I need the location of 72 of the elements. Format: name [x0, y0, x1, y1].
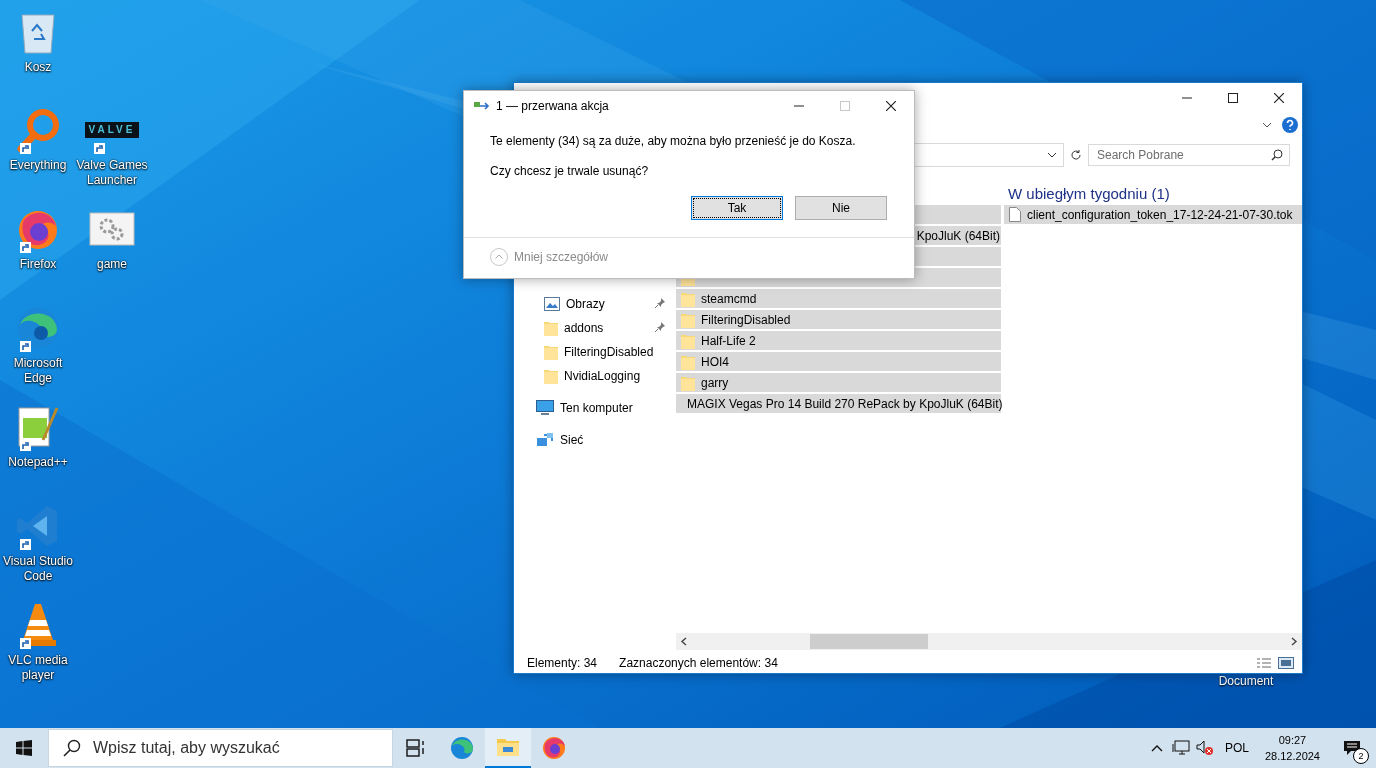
close-icon[interactable] [886, 100, 896, 111]
gears-icon [89, 212, 135, 246]
nav-item[interactable]: Ten komputer [514, 396, 676, 420]
chevron-down-icon [1047, 152, 1057, 158]
file-row[interactable]: Half-Life 2 [676, 331, 1001, 350]
file-row[interactable]: HOI4 [676, 352, 1001, 371]
dialog-message: Te elementy (34) są za duże, aby można było przenieść je do Kosza. [490, 134, 857, 150]
search-icon [1271, 149, 1283, 161]
file-row[interactable]: steamcmd [676, 289, 1001, 308]
taskbar-app-button[interactable] [485, 728, 531, 768]
nav-item[interactable]: NvidiaLogging [514, 364, 676, 388]
transfer-icon [474, 100, 490, 111]
desktop-shortcut[interactable]: VLC media player [0, 601, 76, 693]
details-toggle[interactable]: Mniej szczegółów [464, 238, 914, 276]
folder-icon [544, 368, 558, 384]
language-button[interactable]: POL [1216, 741, 1257, 755]
help-icon [1282, 117, 1298, 133]
nav-item[interactable]: addons [514, 316, 676, 340]
desktop-shortcut[interactable]: Visual Studio Code [0, 502, 76, 594]
desktop-shortcut[interactable]: VALVE Valve Games Launcher [74, 106, 150, 198]
browser-icon [450, 736, 474, 760]
chevron-up-icon[interactable] [1150, 744, 1163, 752]
windows-logo-icon[interactable] [16, 740, 32, 756]
notepad-icon [15, 404, 61, 450]
yes-button[interactable]: Tak [691, 196, 783, 220]
desktop-shortcut[interactable]: Microsoft Edge [0, 304, 76, 396]
fox-browser-icon [542, 736, 566, 760]
file-row[interactable]: client_configuration_token_17-12-24-21-07-30.tok [1004, 205, 1302, 224]
refresh-icon [1070, 149, 1082, 161]
computer-icon [536, 400, 554, 416]
dialog-title: 1 — przerwana akcja [496, 98, 609, 113]
horizontal-scrollbar[interactable] [676, 633, 1302, 650]
task-view-icon[interactable] [406, 739, 426, 757]
folder-icon [681, 374, 695, 391]
large-icons-view-icon [1278, 656, 1294, 669]
nav-item[interactable]: Sieć [514, 428, 676, 452]
no-button[interactable]: Nie [795, 196, 887, 220]
desktop-shortcut[interactable]: Notepad++ [0, 403, 76, 495]
details-view-icon [1256, 656, 1272, 669]
folder-icon [681, 290, 695, 307]
item-count: Elementy: 34 [527, 655, 598, 670]
group-header: W ubiegłym tygodniu (1) [1007, 184, 1171, 204]
browser-icon [15, 305, 61, 351]
network-icon [536, 432, 554, 448]
close-icon[interactable] [1274, 92, 1284, 103]
file-row[interactable]: MAGIX Vegas Pro 14 Build 270 RePack by KpoJluK (64Bit) [676, 394, 1001, 413]
clock-button[interactable]: 09:27 28.12.2024 [1256, 732, 1328, 764]
network-icon[interactable] [1171, 740, 1190, 756]
folder-icon [681, 332, 695, 349]
folder-icon [681, 311, 695, 328]
nav-item[interactable]: FilteringDisabled [514, 340, 676, 364]
search-field[interactable]: Wpisz tutaj, aby wyszukać [48, 729, 393, 767]
chevron-down-icon [1262, 122, 1272, 128]
folder-icon [544, 344, 558, 360]
nav-item[interactable]: Obrazy [514, 292, 676, 316]
notification-count: 2 [1353, 748, 1369, 764]
search-icon [63, 739, 81, 757]
folder-icon [544, 320, 558, 336]
icon-label: Document [1217, 674, 1275, 688]
search-field[interactable]: Search Pobrane [1088, 144, 1290, 166]
pictures-icon [544, 297, 560, 311]
magnifier-icon [15, 107, 61, 153]
file-row[interactable]: garry [676, 373, 1001, 392]
collapse-icon [490, 248, 508, 266]
selected-count: Zaznaczonych elementów: 34 [619, 655, 778, 670]
dialog-question: Czy chcesz je trwale usunąć? [490, 164, 650, 180]
folder-icon [681, 353, 695, 370]
file-icon [1009, 207, 1021, 222]
file-row[interactable]: FilteringDisabled [676, 310, 1001, 329]
speaker-muted-icon[interactable] [1195, 740, 1214, 756]
maximize-icon[interactable] [1228, 92, 1238, 103]
logo-icon: VALVE [84, 122, 140, 138]
